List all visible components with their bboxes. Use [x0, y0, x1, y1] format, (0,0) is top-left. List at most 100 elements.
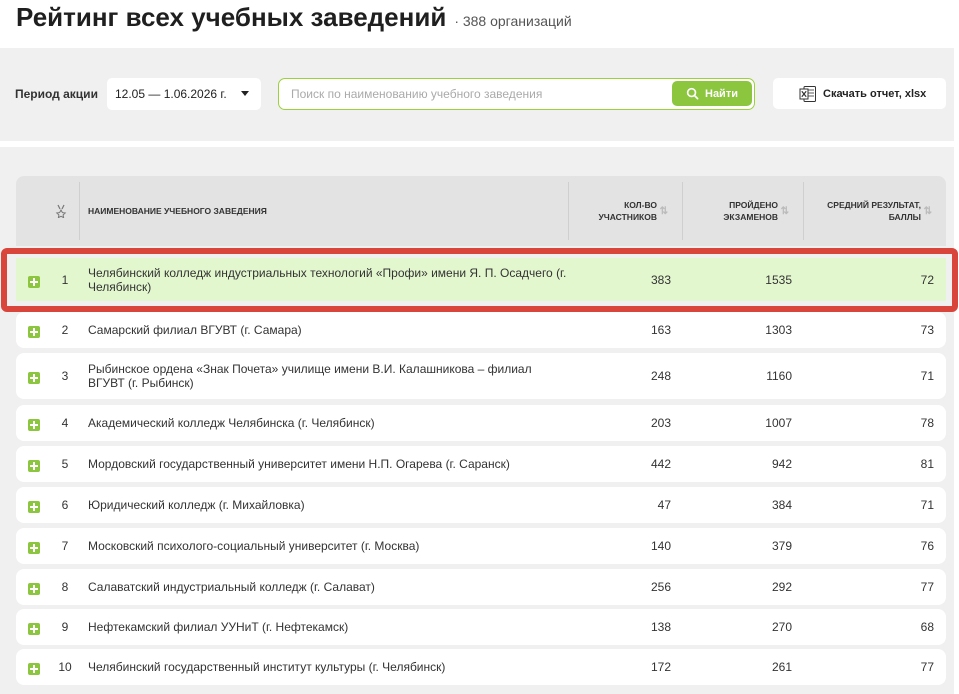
filter-bar: Период акции 12.05 — 1.06.2026 г. Найти … [0, 48, 954, 141]
exams-cell: 942 [771, 457, 792, 471]
search-icon [686, 87, 699, 100]
plus-icon[interactable] [28, 326, 40, 338]
plus-icon[interactable] [28, 501, 40, 513]
exams-cell: 1303 [765, 323, 792, 337]
rank-cell: 2 [61, 323, 69, 337]
participants-cell: 442 [650, 457, 671, 471]
download-button-label: Скачать отчет, xlsx [823, 87, 927, 100]
participants-cell: 140 [650, 539, 671, 553]
score-cell: 73 [920, 323, 934, 337]
period-select[interactable]: 12.05 — 1.06.2026 г. [107, 78, 261, 110]
plus-icon[interactable] [28, 460, 40, 472]
table-row[interactable]: 2 Самарский филиал ВГУВТ (г. Самара) 163 13… [16, 312, 946, 348]
period-value: 12.05 — 1.06.2026 г. [115, 87, 227, 101]
page-header: Рейтинг всех учебных заведений · 388 орг… [16, 0, 572, 38]
participants-cell: 203 [650, 416, 671, 430]
table-row[interactable]: 1 Челябинский колледж индустриальных техн… [16, 258, 946, 301]
period-label: Период акции [15, 87, 98, 101]
rank-cell: 8 [61, 580, 69, 594]
institution-name-cell: Академический колледж Челябинска (г. Чел… [88, 416, 375, 430]
plus-icon[interactable] [28, 663, 40, 675]
table-row[interactable]: 3 Рыбинское ордена «Знак Почета» училище … [16, 353, 946, 399]
institution-name-cell: Челябинский колледж индустриальных техно… [88, 265, 567, 294]
institution-name-cell: Рыбинское ордена «Знак Почета» училище и… [88, 362, 532, 390]
rank-cell: 1 [61, 272, 69, 287]
exams-cell: 261 [771, 660, 792, 674]
table-header: Наименование учебного заведения Кол-во у… [16, 176, 946, 246]
institution-name-cell: Мордовский государственный университет и… [88, 457, 510, 471]
exams-cell: 1007 [765, 416, 792, 430]
exams-cell: 1535 [765, 272, 792, 287]
name-column-label: Наименование учебного заведения [88, 206, 267, 216]
participants-cell: 248 [650, 369, 671, 383]
table-row[interactable]: 8 Салаватский индустриальный колледж (г. … [16, 569, 946, 605]
institution-name-cell: Нефтекамский филиал УУНиТ (г. Нефтекамск… [88, 620, 349, 634]
participants-cell: 163 [650, 323, 671, 337]
participants-column-label: Кол-во участников [598, 200, 658, 222]
search-input[interactable] [291, 86, 671, 102]
plus-icon[interactable] [28, 372, 40, 384]
download-report-button[interactable]: Скачать отчет, xlsx [773, 78, 946, 109]
score-cell: 77 [920, 660, 934, 674]
participants-cell: 47 [657, 498, 671, 512]
sort-icon: ⇅ [780, 206, 789, 217]
exams-cell: 1160 [766, 369, 792, 383]
plus-icon[interactable] [28, 623, 40, 635]
table-row[interactable]: 9 Нефтекамский филиал УУНиТ (г. Нефтекамс… [16, 609, 946, 645]
table-row[interactable]: 4 Академический колледж Челябинска (г. Че… [16, 405, 946, 441]
exams-cell: 379 [771, 539, 792, 553]
score-cell: 71 [920, 498, 934, 512]
sort-icon: ⇅ [659, 206, 668, 217]
name-column-header[interactable]: Наименование учебного заведения [79, 182, 569, 240]
rank-cell: 6 [61, 498, 69, 512]
rank-column-header[interactable] [16, 182, 79, 240]
institution-name-cell: Самарский филиал ВГУВТ (г. Самара) [88, 323, 302, 337]
organization-count: · 388 организаций [454, 13, 572, 29]
score-cell: 71 [920, 369, 934, 383]
search-button-label: Найти [705, 87, 738, 100]
chevron-down-icon [241, 91, 249, 96]
participants-cell: 172 [650, 660, 671, 674]
participants-cell: 383 [650, 272, 671, 287]
rank-cell: 4 [61, 416, 69, 430]
rank-cell: 10 [58, 660, 72, 674]
institution-name-cell: Салаватский индустриальный колледж (г. С… [88, 580, 375, 594]
score-cell: 81 [920, 457, 934, 471]
plus-icon[interactable] [28, 583, 40, 595]
score-column-label: Средний результат, баллы [827, 200, 921, 222]
rating-table: Наименование учебного заведения Кол-во у… [0, 147, 954, 694]
institution-name-cell: Челябинский государственный институт кул… [88, 660, 446, 674]
table-row[interactable]: 10 Челябинский государственный институт к… [16, 649, 946, 685]
plus-icon[interactable] [28, 542, 40, 554]
search-box: Найти [278, 78, 755, 110]
score-cell: 77 [920, 580, 934, 594]
table-row[interactable]: 5 Мордовский государственный университет … [16, 446, 946, 482]
plus-icon[interactable] [28, 419, 40, 431]
exams-column-label: Пройдено экзаменов [723, 200, 778, 222]
exams-cell: 270 [771, 620, 792, 634]
rank-cell: 3 [61, 369, 69, 383]
score-cell: 72 [920, 272, 934, 287]
institution-name-cell: Юридический колледж (г. Михайловка) [88, 498, 305, 512]
rank-cell: 5 [61, 457, 69, 471]
participants-cell: 138 [650, 620, 671, 634]
exams-column-header[interactable]: Пройдено экзаменов ⇅ [683, 182, 804, 240]
score-column-header[interactable]: Средний результат, баллы ⇅ [804, 182, 946, 240]
medal-icon [55, 204, 66, 218]
rank-cell: 9 [61, 620, 69, 634]
plus-icon[interactable] [28, 275, 40, 288]
search-button[interactable]: Найти [672, 81, 752, 106]
participants-column-header[interactable]: Кол-во участников ⇅ [569, 182, 683, 240]
excel-icon [799, 85, 816, 102]
exams-cell: 384 [771, 498, 792, 512]
table-row[interactable]: 6 Юридический колледж (г. Михайловка) 47 38… [16, 487, 946, 523]
table-row[interactable]: 7 Московский психолого-социальный универс… [16, 528, 946, 564]
exams-cell: 292 [771, 580, 792, 594]
institution-name-cell: Московский психолого-социальный универси… [88, 539, 420, 553]
score-cell: 68 [920, 620, 934, 634]
score-cell: 76 [920, 539, 934, 553]
sort-icon: ⇅ [923, 206, 932, 217]
rank-cell: 7 [61, 539, 69, 553]
participants-cell: 256 [650, 580, 671, 594]
score-cell: 78 [920, 416, 934, 430]
